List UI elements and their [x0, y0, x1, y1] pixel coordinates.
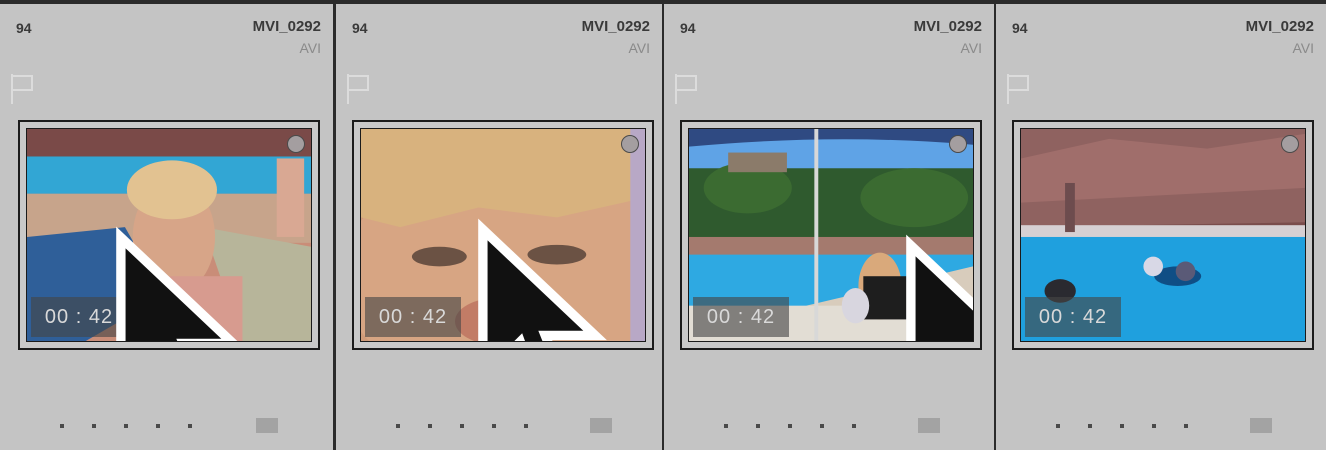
- rating-dot[interactable]: [92, 424, 96, 428]
- selection-circle-icon[interactable]: [949, 135, 967, 153]
- rating-dot[interactable]: [188, 424, 192, 428]
- flag-icon[interactable]: [344, 72, 374, 106]
- rating-dot[interactable]: [1056, 424, 1060, 428]
- selection-circle-icon[interactable]: [1281, 135, 1299, 153]
- thumbnail-frame[interactable]: 00 : 42: [1012, 120, 1314, 350]
- rating-dots[interactable]: [396, 424, 546, 430]
- thumbnail-frame[interactable]: 00 : 42: [680, 120, 982, 350]
- cell-index: 94: [352, 20, 368, 36]
- flag-icon[interactable]: [8, 72, 38, 106]
- color-label-icon[interactable]: [590, 418, 612, 433]
- grid-cell[interactable]: 94 MVI_0292 AVI 00 : 42: [336, 4, 662, 450]
- video-thumbnail[interactable]: 00 : 42: [360, 128, 646, 342]
- cell-filename: MVI_0292: [581, 18, 650, 35]
- cell-filetype: AVI: [628, 40, 650, 56]
- rating-dot[interactable]: [1120, 424, 1124, 428]
- video-thumbnail[interactable]: 00 : 42: [1020, 128, 1306, 342]
- mouse-pointer-icon: [116, 226, 238, 341]
- thumbnail-frame[interactable]: 00 : 42: [352, 120, 654, 350]
- rating-dot[interactable]: [460, 424, 464, 428]
- flag-icon[interactable]: [672, 72, 702, 106]
- rating-dots[interactable]: [60, 424, 210, 430]
- rating-dot[interactable]: [788, 424, 792, 428]
- color-label-icon[interactable]: [256, 418, 278, 433]
- rating-dots[interactable]: [724, 424, 874, 430]
- color-label-icon[interactable]: [918, 418, 940, 433]
- rating-dot[interactable]: [60, 424, 64, 428]
- cell-index: 94: [1012, 20, 1028, 36]
- cell-filetype: AVI: [299, 40, 321, 56]
- filmstrip-grid: 94 MVI_0292 AVI 00: 42 94 MVI_0292 AVI …: [0, 4, 1326, 450]
- rating-dot[interactable]: [524, 424, 528, 428]
- rating-dot[interactable]: [1184, 424, 1188, 428]
- cell-filename: MVI_0292: [252, 18, 321, 35]
- grid-cell[interactable]: 94 MVI_0292 AVI 00: 42: [0, 4, 333, 450]
- selection-circle-icon[interactable]: [287, 135, 305, 153]
- rating-dot[interactable]: [396, 424, 400, 428]
- video-duration: 00 : 42: [1025, 297, 1121, 337]
- rating-dot[interactable]: [756, 424, 760, 428]
- rating-dot[interactable]: [724, 424, 728, 428]
- rating-dot[interactable]: [428, 424, 432, 428]
- cell-filetype: AVI: [960, 40, 982, 56]
- video-thumbnail[interactable]: 00 : 42: [688, 128, 974, 342]
- mouse-pointer-icon: [1281, 231, 1306, 342]
- grid-cell[interactable]: 94 MVI_0292 AVI 00: 42: [664, 4, 994, 450]
- video-thumbnail[interactable]: 00 : 42: [26, 128, 312, 342]
- rating-dot[interactable]: [1088, 424, 1092, 428]
- mouse-pointer-icon: [906, 234, 973, 341]
- rating-dot[interactable]: [156, 424, 160, 428]
- rating-dots[interactable]: [1056, 424, 1206, 430]
- flag-icon[interactable]: [1004, 72, 1034, 106]
- rating-dot[interactable]: [820, 424, 824, 428]
- cell-filename: MVI_0292: [1245, 18, 1314, 35]
- cell-index: 94: [16, 20, 32, 36]
- rating-dot[interactable]: [124, 424, 128, 428]
- rating-dot[interactable]: [852, 424, 856, 428]
- cell-filetype: AVI: [1292, 40, 1314, 56]
- thumbnail-frame[interactable]: 00 : 42: [18, 120, 320, 350]
- cell-index: 94: [680, 20, 696, 36]
- color-label-icon[interactable]: [1250, 418, 1272, 433]
- grid-cell[interactable]: 94 MVI_0292 AVI 00: 42: [996, 4, 1326, 450]
- rating-dot[interactable]: [1152, 424, 1156, 428]
- rating-dot[interactable]: [492, 424, 496, 428]
- cell-filename: MVI_0292: [913, 18, 982, 35]
- selection-circle-icon[interactable]: [621, 135, 639, 153]
- mouse-pointer-icon: [478, 218, 607, 341]
- video-duration: 00 : 42: [693, 297, 789, 337]
